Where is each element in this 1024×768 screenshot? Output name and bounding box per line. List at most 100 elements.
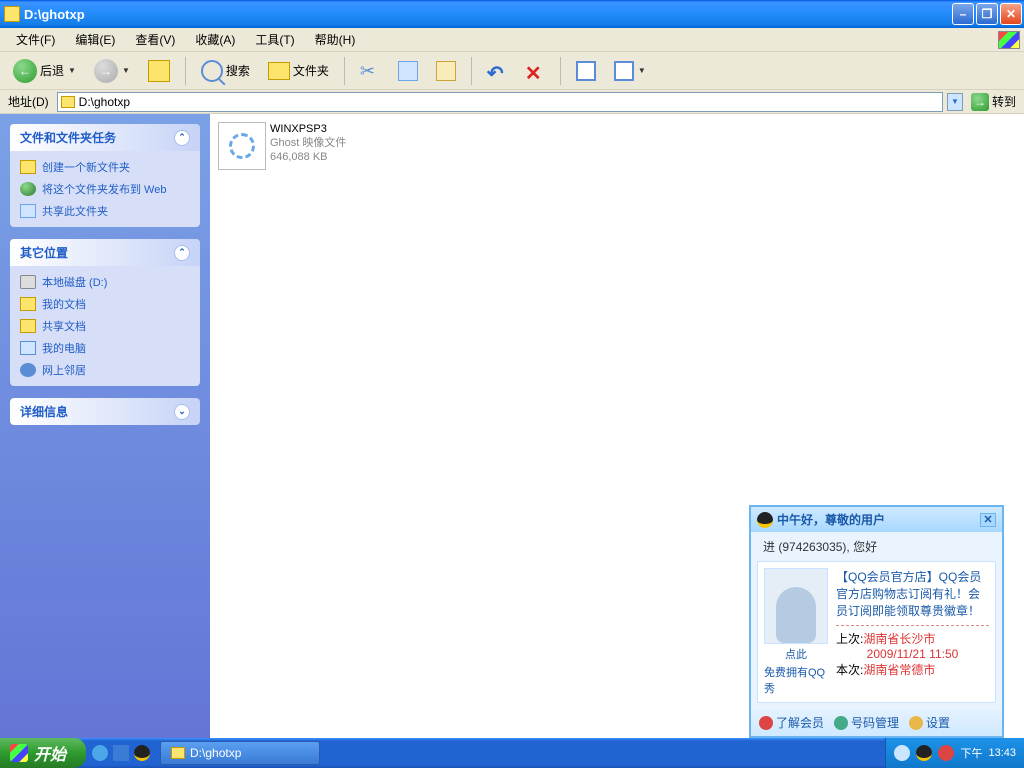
properties-button[interactable] [569,58,603,84]
qq-avatar[interactable] [764,568,828,644]
search-button[interactable]: 搜索 [194,57,257,85]
sidebar-task-link[interactable]: 共享文档 [20,318,190,334]
sidebar-item-label: 共享此文件夹 [42,203,108,219]
forward-button[interactable]: → ▼ [87,56,137,86]
start-button[interactable]: 开始 [0,738,86,768]
qq-userid: (974263035) [778,540,846,554]
tray-shield-icon[interactable] [938,745,954,761]
cut-button[interactable]: ✂ [353,58,387,84]
tray-time-prefix: 下午 [960,745,982,761]
qq-avatar-button[interactable]: 点此 [785,646,807,662]
menu-bar: 文件(F) 编辑(E) 查看(V) 收藏(A) 工具(T) 帮助(H) [0,28,1024,52]
sidebar-task-link[interactable]: 本地磁盘 (D:) [20,274,190,290]
person-icon [759,716,773,730]
file-size: 646,088 KB [270,150,346,164]
sidebar-task-link[interactable]: 网上邻居 [20,362,190,378]
sidebar-panel-title: 其它位置 [20,244,68,261]
go-button[interactable]: → 转到 [967,93,1020,111]
tray-keyboard-icon[interactable] [894,745,910,761]
qq-avatar-sub[interactable]: 免费拥有QQ秀 [764,664,828,696]
divider [836,625,989,626]
sidebar-panel-header[interactable]: 详细信息⌄ [10,398,200,425]
undo-button[interactable]: ↶ [480,58,514,84]
sidebar-panel-header[interactable]: 其它位置 ⌃ [10,239,200,266]
qq-ad-link[interactable]: 【QQ会员官方店】QQ会员官方店购物志订阅有礼！会员订阅即能领取尊贵徽章！ [836,570,981,618]
qq-last-location: 湖南省长沙市 [863,632,935,646]
ico-web [20,182,36,196]
copy-button[interactable] [391,58,425,84]
separator [185,57,186,85]
window-titlebar: D:\ghotxp – ❐ ✕ [0,0,1024,28]
qq-icon[interactable] [134,745,150,761]
folder-icon [171,747,185,759]
folders-button[interactable]: 文件夹 [261,59,336,83]
windows-flag-icon [998,31,1020,49]
separator [471,57,472,85]
menu-favorites[interactable]: 收藏(A) [185,29,245,50]
address-input[interactable]: D:\ghotxp [57,92,943,112]
ico-pc [20,341,36,355]
sidebar-task-link[interactable]: 我的电脑 [20,340,190,356]
file-item[interactable]: WINXPSP3Ghost 映像文件646,088 KB [216,120,446,172]
ghost-file-icon [218,122,266,170]
toolbar: ← 后退 ▼ → ▼ 搜索 文件夹 ✂ ↶ ✕ ▼ [0,52,1024,90]
search-icon [201,60,223,82]
menu-edit[interactable]: 编辑(E) [65,29,125,50]
taskbar-task-explorer[interactable]: D:\ghotxp [160,741,320,765]
close-button[interactable]: ✕ [1000,3,1022,25]
desktop-icon[interactable] [113,745,129,761]
qq-notification-popup: 中午好，尊敬的用户 ✕ 进 (974263035), 您好 点此 免费拥有QQ秀… [749,505,1004,738]
qq-this-location: 湖南省常德市 [863,663,935,677]
windows-logo-icon [10,744,28,762]
go-icon: → [971,93,989,111]
up-folder-icon [148,60,170,82]
tray-clock: 13:43 [988,747,1016,759]
qq-number-link[interactable]: 号码管理 [834,714,899,731]
menu-help[interactable]: 帮助(H) [305,29,366,50]
paste-button[interactable] [429,58,463,84]
address-path: D:\ghotxp [79,95,130,109]
ico-folder [20,319,36,333]
collapse-icon: ⌃ [174,130,190,146]
delete-icon: ✕ [525,61,545,81]
qq-penguin-icon [757,512,773,528]
sidebar-item-label: 网上邻居 [42,362,86,378]
up-button[interactable] [141,57,177,85]
sidebar-task-link[interactable]: 我的文档 [20,296,190,312]
task-label: D:\ghotxp [190,746,241,760]
checkbox-icon [576,61,596,81]
qq-last-label: 上次: [836,632,863,646]
paste-icon [436,61,456,81]
qq-close-button[interactable]: ✕ [980,513,996,527]
sidebar-task-link[interactable]: 共享此文件夹 [20,203,190,219]
menu-file[interactable]: 文件(F) [6,29,65,50]
sidebar-item-label: 我的文档 [42,296,86,312]
ie-icon[interactable] [92,745,108,761]
address-dropdown[interactable]: ▼ [947,93,963,111]
sidebar-task-link[interactable]: 创建一个新文件夹 [20,159,190,175]
file-type: Ghost 映像文件 [270,136,346,150]
copy-icon [398,61,418,81]
minimize-button[interactable]: – [952,3,974,25]
qq-learn-link[interactable]: 了解会员 [759,714,824,731]
system-tray: 下午 13:43 [885,738,1024,768]
folders-icon [268,62,290,80]
back-button[interactable]: ← 后退 ▼ [6,56,83,86]
window-title: D:\ghotxp [24,7,952,22]
sidebar-panel-header[interactable]: 文件和文件夹任务⌃ [10,124,200,151]
ico-folder [20,297,36,311]
views-button[interactable]: ▼ [607,58,653,84]
delete-button[interactable]: ✕ [518,58,552,84]
menu-tools[interactable]: 工具(T) [245,29,304,50]
qq-greeting: 进 (974263035), 您好 [751,532,1002,561]
qq-settings-link[interactable]: 设置 [909,714,950,731]
menu-view[interactable]: 查看(V) [125,29,185,50]
collapse-icon: ⌃ [174,245,190,261]
forward-icon: → [94,59,118,83]
tray-qq-icon[interactable] [916,745,932,761]
sidebar-task-link[interactable]: 将这个文件夹发布到 Web [20,181,190,197]
sidebar-item-label: 本地磁盘 (D:) [42,274,107,290]
views-icon [614,61,634,81]
taskbar: 开始 D:\ghotxp 下午 13:43 [0,738,1024,768]
maximize-button[interactable]: ❐ [976,3,998,25]
